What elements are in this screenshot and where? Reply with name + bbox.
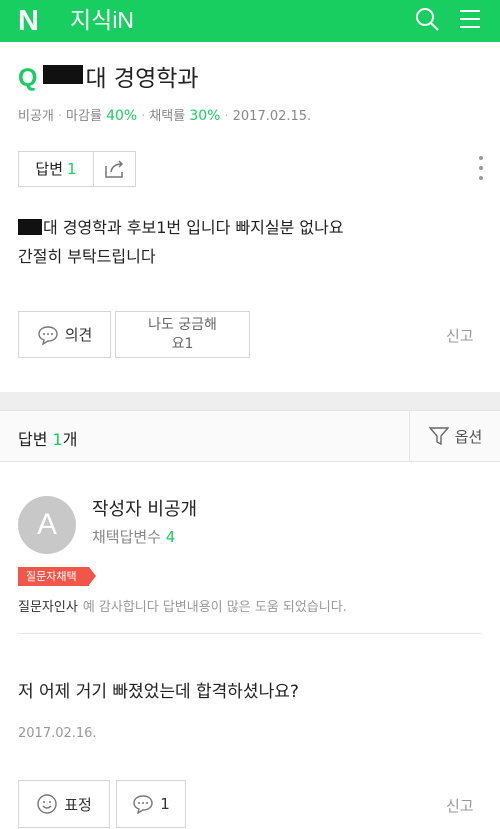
adopted-answers-count: 채택답변수 4 xyxy=(92,528,176,546)
service-title[interactable]: 지식iN xyxy=(70,3,134,37)
question-body: 대 경영학과 후보1번 입니다 빠지실분 없나요 간절히 부탁드립니다 xyxy=(18,218,344,266)
hamburger-menu-icon[interactable] xyxy=(455,4,485,34)
filter-icon xyxy=(428,427,449,445)
comment-button[interactable]: 1 xyxy=(116,780,186,828)
adopt-rate-value: 30% xyxy=(189,108,221,124)
speech-bubble-icon xyxy=(37,325,59,345)
naver-logo[interactable]: N xyxy=(18,3,39,39)
question-meta: 비공개 · 마감률 40% · 채택률 30% · 2017.02.15. xyxy=(18,108,312,124)
options-button[interactable]: 옵션 xyxy=(409,411,500,461)
answer-date: 2017.02.16. xyxy=(18,726,97,741)
speech-bubble-icon xyxy=(132,794,154,814)
report-link[interactable]: 신고 xyxy=(446,325,474,346)
answer-share-box: 답변 1 xyxy=(18,151,136,187)
redaction-bar xyxy=(18,219,42,235)
answers-count-label: 답변 1개 xyxy=(18,430,78,449)
question-date: 2017.02.15. xyxy=(232,109,312,124)
emotion-button[interactable]: 표정 xyxy=(18,780,110,828)
question-title: Q 대 경영학과 xyxy=(18,62,199,94)
question-title-text: 대 경영학과 xyxy=(85,66,199,92)
answer-body: 저 어제 거기 빠졌었는데 합격하셨나요? xyxy=(18,682,299,702)
top-bar: N 지식iN xyxy=(0,0,500,42)
adopt-rate-label: 채택률 xyxy=(149,109,186,124)
more-options-icon[interactable] xyxy=(478,156,484,184)
answer-count: 1 xyxy=(67,160,77,178)
visibility: 비공개 xyxy=(18,109,54,124)
share-icon[interactable] xyxy=(94,152,135,186)
deadline-value: 40% xyxy=(106,108,138,124)
answers-header: 답변 1개 옵션 xyxy=(0,410,500,462)
answer-author: 작성자 비공개 xyxy=(92,499,198,520)
comment-count: 1 xyxy=(160,795,170,813)
answer-report-link[interactable]: 신고 xyxy=(446,795,474,816)
section-divider xyxy=(0,392,500,410)
redaction-bar xyxy=(43,65,84,84)
divider xyxy=(18,633,482,634)
me-too-curious-button[interactable]: 나도 궁금해 요1 xyxy=(115,311,250,358)
opinion-button[interactable]: 의견 xyxy=(18,311,111,358)
avatar: A xyxy=(18,496,76,554)
search-icon[interactable] xyxy=(412,4,442,34)
asker-adopted-badge: 질문자채택 xyxy=(18,567,96,586)
q-icon: Q xyxy=(18,64,38,92)
asker-thanks: 질문자인사 예 감사합니다 답변내용이 많은 도움 되었습니다. xyxy=(18,600,347,615)
deadline-label: 마감률 xyxy=(66,109,102,124)
answer-button[interactable]: 답변 1 xyxy=(19,152,94,186)
smiley-icon xyxy=(36,793,58,815)
